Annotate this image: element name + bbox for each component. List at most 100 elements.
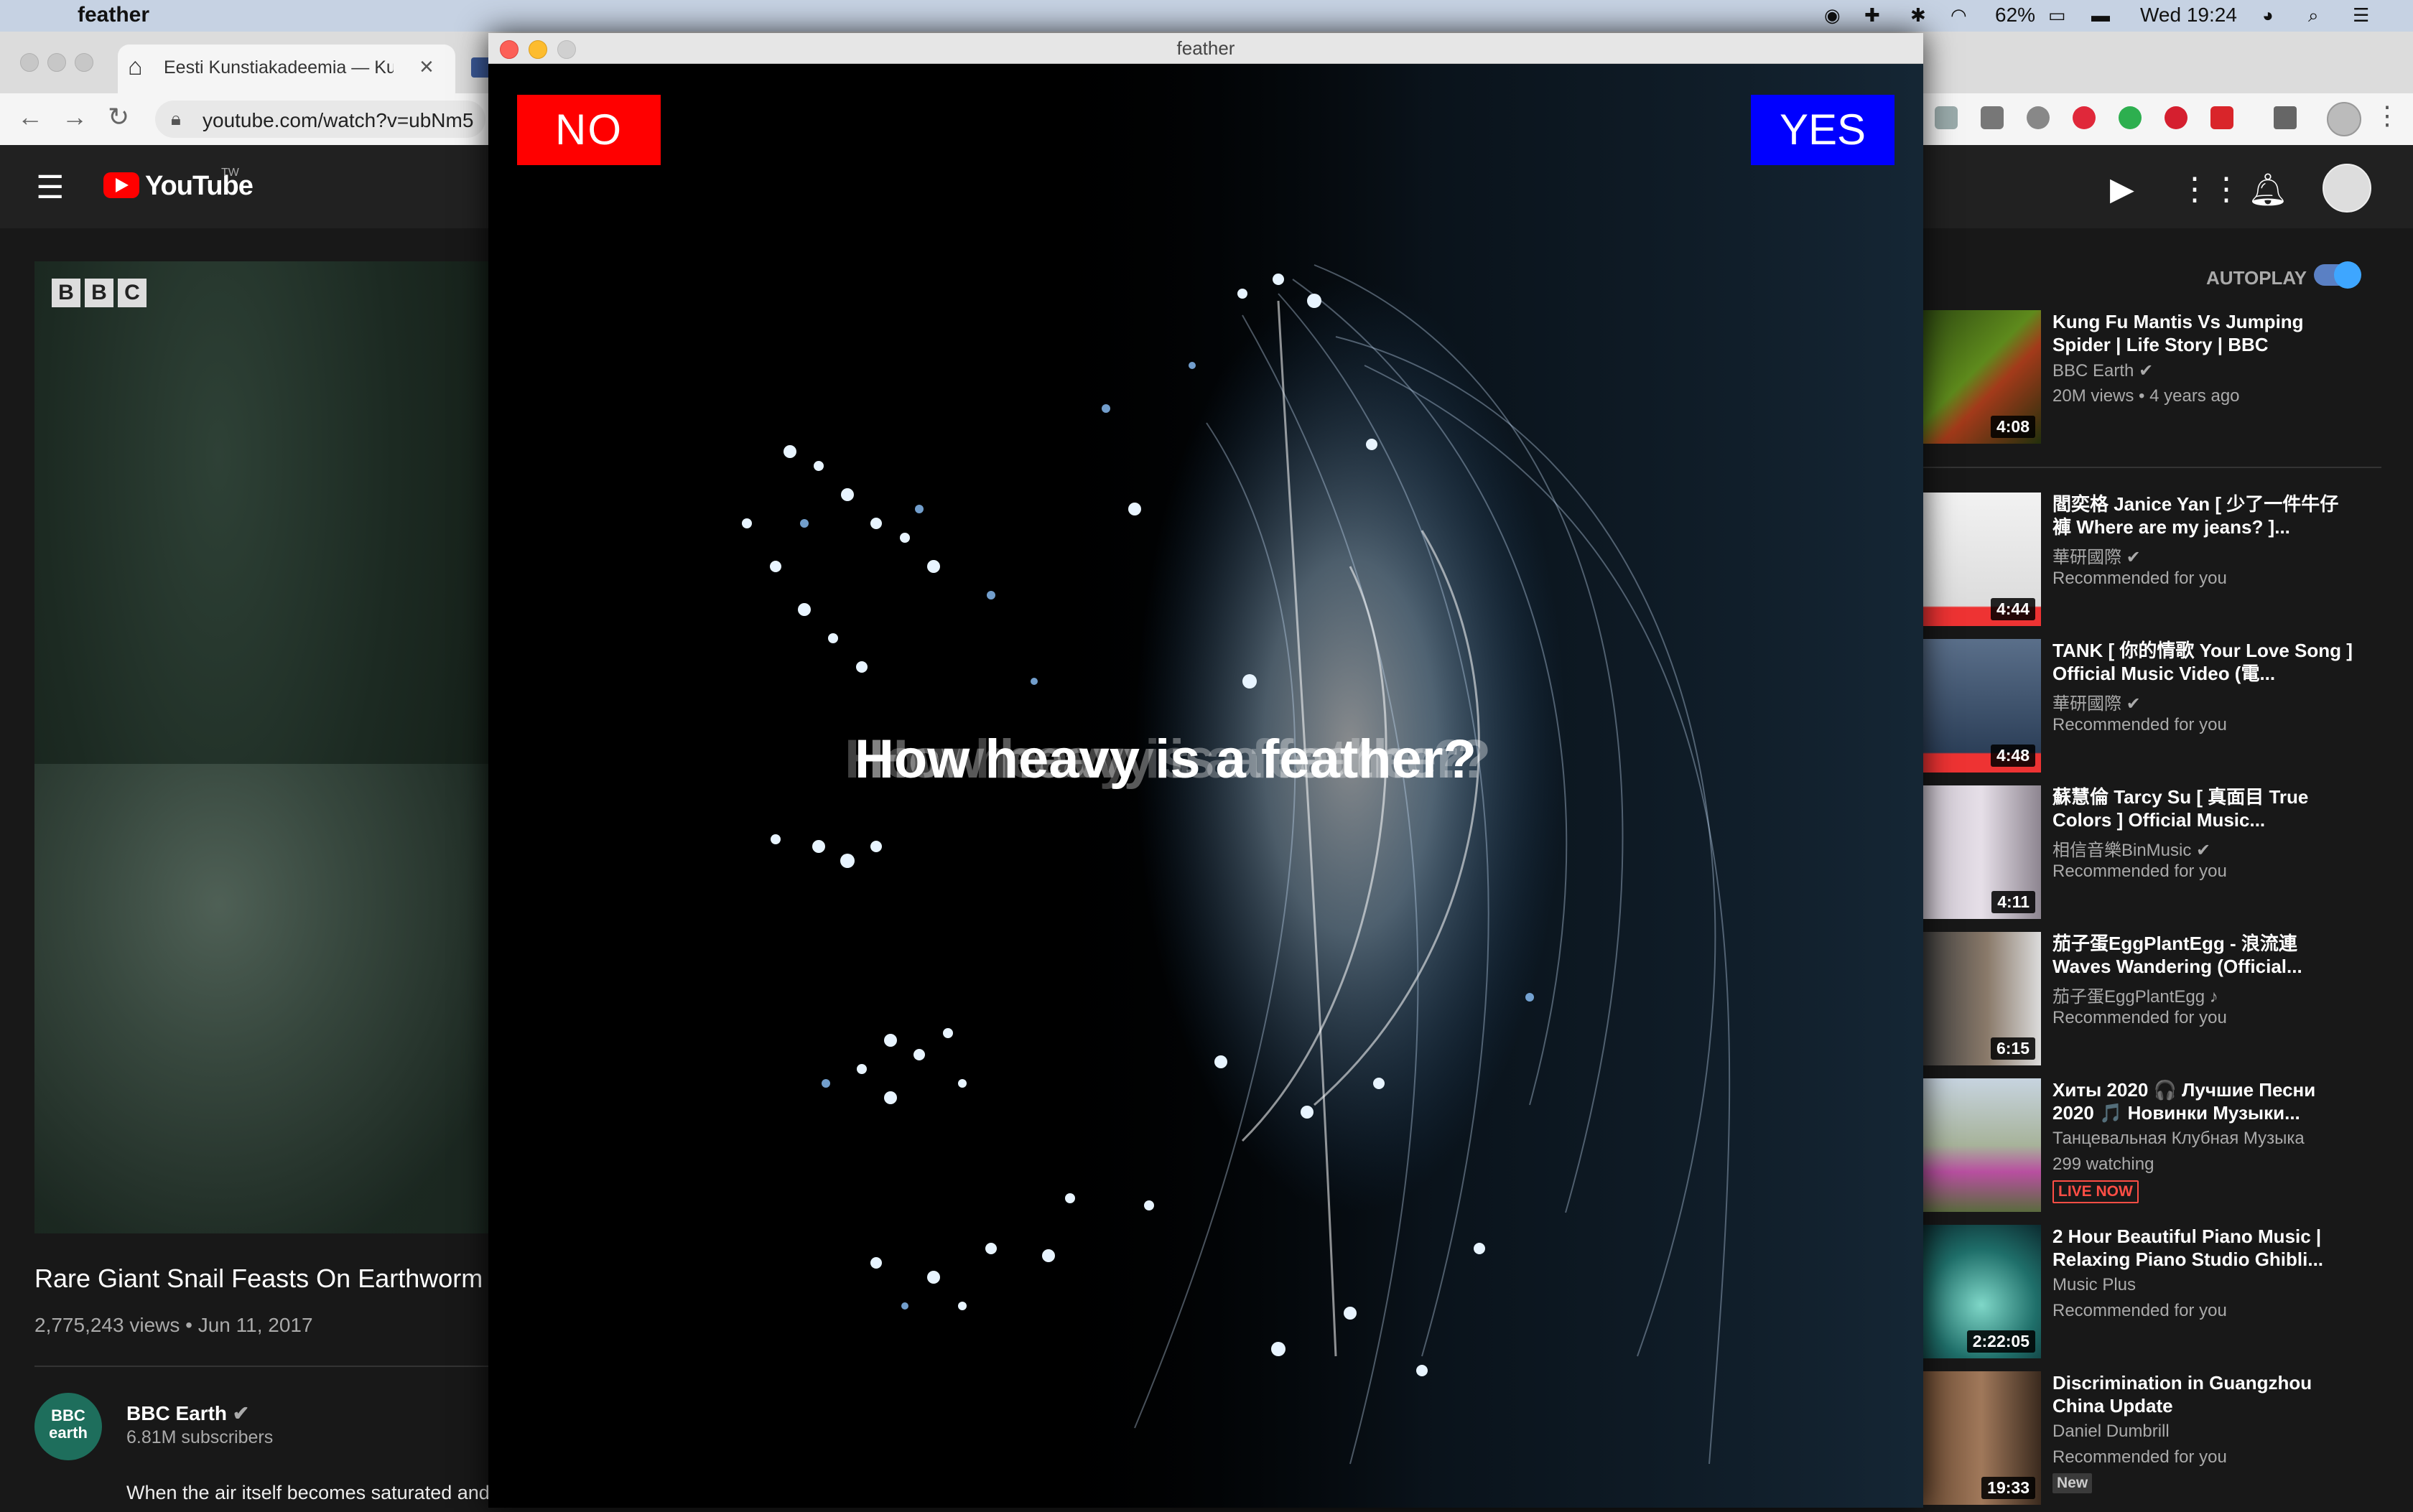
recommendation-title[interactable]: TANK [ 你的情歌 Your Love Song ] Official Mu… — [2052, 639, 2354, 685]
pinterest-extension-icon[interactable] — [2165, 106, 2187, 129]
recommendation-card[interactable]: 19:33 Discrimination in Guangzhou China … — [1922, 1371, 2396, 1512]
tab-title: Eesti Kunstiakadeemia — Kunstiakadeemia — [164, 57, 394, 78]
extension-block-icon[interactable] — [2073, 106, 2096, 129]
video-thumbnail[interactable]: 4:44 — [1922, 493, 2041, 626]
browser-zoom-button[interactable] — [75, 53, 93, 72]
recommendation-title[interactable]: Discrimination in Guangzhou China Update — [2052, 1371, 2354, 1417]
channel-name[interactable]: BBC Earth ✔ — [126, 1401, 249, 1425]
recommendation-title[interactable]: 茄子蛋EggPlantEgg - 浪流連 Waves Wandering (Of… — [2052, 932, 2354, 978]
tab-close-icon[interactable]: × — [419, 53, 434, 81]
menu-clock[interactable]: Wed 19:24 — [2140, 4, 2237, 27]
notifications-bell-icon[interactable]: 🔔︎ — [2248, 171, 2288, 208]
recommendation-channel: 相信音樂BinMusic ✔ — [2052, 841, 2211, 860]
recommendation-channel: 茄子蛋EggPlantEgg ♪ — [2052, 987, 2218, 1007]
spotlight-search-icon[interactable]: ⌕ — [2308, 4, 2319, 27]
back-arrow-icon[interactable]: ← — [17, 102, 43, 132]
verified-check-icon: ✔ — [232, 1402, 250, 1424]
video-thumbnail[interactable]: 4:48 — [1922, 639, 2041, 773]
window-title-bar[interactable]: feather — [488, 33, 1923, 64]
hamburger-menu-icon[interactable]: ☰ — [36, 169, 64, 206]
recommendation-card[interactable]: 2:22:05 2 Hour Beautiful Piano Music | R… — [1922, 1225, 2396, 1366]
new-badge: New — [2052, 1473, 2093, 1493]
youtube-account-avatar[interactable] — [2323, 164, 2371, 213]
recommendation-card[interactable]: 4:48 TANK [ 你的情歌 Your Love Song ] Offici… — [1922, 639, 2396, 780]
wifi-icon[interactable]: ◠ — [1951, 4, 1967, 27]
recommendation-channel: Танцевальная Клубная Музыка — [2052, 1129, 2305, 1148]
browser-close-button[interactable] — [20, 53, 39, 72]
duration-badge: 2:22:05 — [1966, 1330, 2035, 1353]
extension-code-icon[interactable] — [1935, 106, 1958, 129]
input-flag-icon[interactable]: ▬ — [2091, 4, 2110, 27]
duration-badge: 19:33 — [1981, 1477, 2035, 1499]
video-thumbnail[interactable] — [1922, 1078, 2041, 1212]
evernote-extension-icon[interactable] — [2119, 106, 2142, 129]
duration-badge: 4:44 — [1990, 598, 2035, 620]
no-button[interactable]: NO — [517, 95, 661, 165]
siri-icon[interactable]: ◕ — [2262, 4, 2274, 27]
bluetooth-icon[interactable]: ✱ — [1910, 4, 1926, 27]
recommendation-channel: Daniel Dumbrill — [2052, 1422, 2170, 1441]
onepassword-icon[interactable]: ◉ — [1824, 4, 1841, 27]
video-title: Rare Giant Snail Feasts On Earthworm | — [34, 1264, 497, 1293]
verified-check-icon: ✔ — [2126, 548, 2141, 567]
recommendation-meta: Recommended for you — [2052, 569, 2227, 588]
youtube-logo-icon[interactable] — [103, 172, 139, 198]
recommendation-card[interactable]: Хиты 2020 🎧 Лучшие Песни 2020 🎵 Новинки … — [1922, 1078, 2396, 1219]
recommendation-title[interactable]: 2 Hour Beautiful Piano Music | Relaxing … — [2052, 1225, 2354, 1271]
video-thumbnail[interactable]: 19:33 — [1922, 1371, 2041, 1505]
video-views: 2,775,243 views — [34, 1314, 180, 1336]
duration-badge: 4:08 — [1990, 416, 2035, 438]
reading-list-icon[interactable] — [2274, 106, 2297, 129]
macos-menu-bar: feather ◉ ✚ ✱ ◠ 62% ▭ ▬ Wed 19:24 ◕ ⌕ ☰ — [0, 0, 2413, 32]
recommendation-meta: 20M views • 4 years ago — [2052, 386, 2240, 406]
apps-grid-icon[interactable]: ⋮⋮ — [2179, 171, 2242, 207]
browser-tab-active[interactable]: ⌂ Eesti Kunstiakadeemia — Kunstiakadeemi… — [118, 45, 455, 93]
video-thumbnail[interactable]: 6:15 — [1922, 932, 2041, 1065]
recommendation-title[interactable]: 蘇慧倫 Tarcy Su [ 真面目 True Colors ] Officia… — [2052, 785, 2354, 831]
recommendation-card[interactable]: 4:44 閻奕格 Janice Yan [ 少了一件牛仔褲 Where are … — [1922, 493, 2396, 633]
extension-red-icon[interactable] — [2210, 106, 2233, 129]
create-video-icon[interactable]: ▶︎ — [2110, 171, 2134, 207]
recommendation-card[interactable]: 4:08 Kung Fu Mantis Vs Jumping Spider | … — [1922, 310, 2396, 451]
browser-profile-avatar[interactable] — [2327, 102, 2361, 136]
recommendation-title[interactable]: Хиты 2020 🎧 Лучшие Песни 2020 🎵 Новинки … — [2052, 1078, 2354, 1124]
video-player[interactable] — [34, 261, 494, 1233]
active-app-name[interactable]: feather — [78, 3, 149, 27]
recommendation-channel: 華研國際 ✔ — [2052, 548, 2141, 567]
video-frame-moss — [34, 764, 494, 1233]
extension-chat-icon[interactable] — [1981, 106, 2004, 129]
yes-button[interactable]: YES — [1751, 95, 1894, 165]
forward-arrow-icon[interactable]: → — [62, 102, 88, 132]
recommendation-card[interactable]: 6:15 茄子蛋EggPlantEgg - 浪流連 Waves Wanderin… — [1922, 932, 2396, 1073]
video-date: Jun 11, 2017 — [197, 1314, 313, 1336]
channel-avatar-text: BBC earth — [49, 1406, 88, 1442]
browser-minimize-button[interactable] — [47, 53, 66, 72]
recommendation-card[interactable]: 4:11 蘇慧倫 Tarcy Su [ 真面目 True Colors ] Of… — [1922, 785, 2396, 926]
video-thumbnail[interactable]: 4:11 — [1922, 785, 2041, 919]
video-thumbnail[interactable]: 4:08 — [1922, 310, 2041, 444]
verified-check-icon: ✔ — [2196, 841, 2211, 860]
window-title: feather — [1176, 37, 1235, 59]
duration-badge: 4:11 — [1991, 891, 2035, 913]
browser-menu-icon[interactable]: ⋮ — [2374, 101, 2400, 131]
live-now-badge: LIVE NOW — [2052, 1180, 2139, 1203]
plus-app-icon[interactable]: ✚ — [1864, 4, 1880, 27]
verified-check-icon: ✔ — [2126, 694, 2141, 714]
autoplay-toggle[interactable] — [2314, 261, 2361, 289]
recommendation-title[interactable]: 閻奕格 Janice Yan [ 少了一件牛仔褲 Where are my je… — [2052, 493, 2354, 538]
recommendation-meta: 299 watching — [2052, 1154, 2154, 1174]
duration-badge: 6:15 — [1990, 1037, 2035, 1060]
address-bar[interactable]: 🔒︎ youtube.com/watch?v=ubNm5 — [155, 101, 485, 138]
battery-icon[interactable]: ▭ — [2048, 4, 2066, 27]
recommendation-title[interactable]: Kung Fu Mantis Vs Jumping Spider | Life … — [2052, 310, 2354, 356]
reload-icon[interactable]: ↻ — [108, 102, 129, 132]
video-thumbnail[interactable]: 2:22:05 — [1922, 1225, 2041, 1358]
extension-gear-icon[interactable] — [2027, 106, 2050, 129]
recommendation-meta: Recommended for you — [2052, 862, 2227, 881]
recommendation-channel: BBC Earth ✔ — [2052, 361, 2154, 381]
battery-percent[interactable]: 62% — [1995, 4, 2035, 27]
autoplay-label: AUTOPLAY — [2206, 267, 2307, 289]
notification-center-icon[interactable]: ☰ — [2353, 4, 2369, 27]
channel-avatar[interactable]: BBC earth — [34, 1393, 102, 1460]
url-text[interactable]: youtube.com/watch?v=ubNm5 — [203, 109, 473, 132]
